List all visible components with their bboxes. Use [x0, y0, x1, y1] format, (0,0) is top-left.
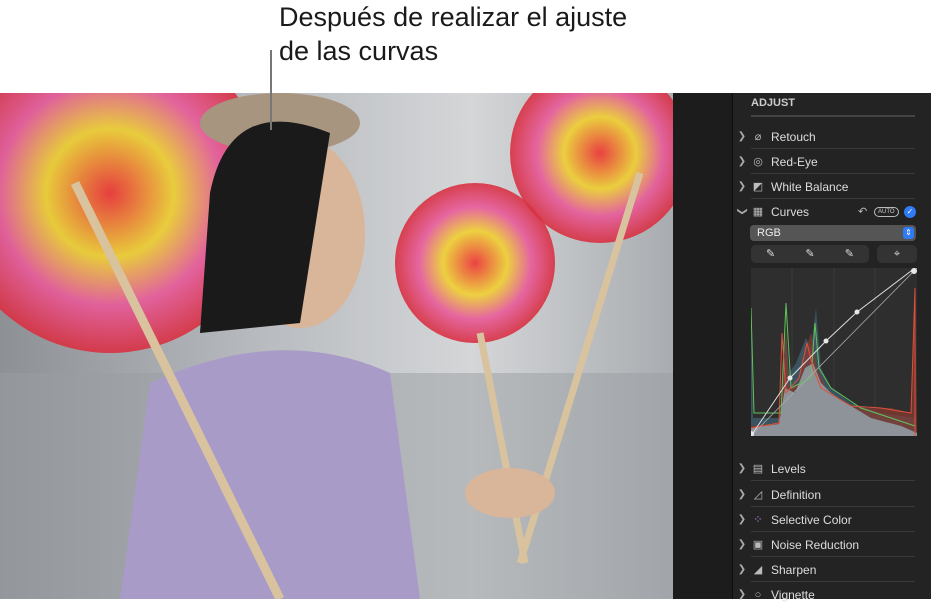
- item-label: Curves: [771, 204, 810, 219]
- adjust-item-definition[interactable]: ❯ ◿ Definition: [733, 482, 931, 507]
- chevron-down-icon: ❯: [736, 207, 748, 216]
- item-label: Vignette: [771, 587, 815, 602]
- item-label: Definition: [771, 487, 822, 502]
- adjust-item-noise-reduction[interactable]: ❯ ▣ Noise Reduction: [733, 532, 931, 557]
- adjust-item-curves[interactable]: ❯ ▦ Curves ↶ AUTO ✓: [733, 199, 931, 224]
- definition-icon: ◿: [753, 489, 763, 501]
- chevron-right-icon: ❯: [737, 564, 747, 575]
- callout-line: [270, 50, 272, 130]
- auto-button[interactable]: AUTO: [874, 206, 899, 217]
- item-label: Selective Color: [771, 512, 852, 527]
- chevron-right-icon: ❯: [737, 589, 747, 600]
- adjust-item-selective-color[interactable]: ❯ ⁘ Selective Color: [733, 507, 931, 532]
- item-label: Noise Reduction: [771, 537, 860, 552]
- divider: [751, 115, 915, 117]
- chevron-right-icon: ❯: [737, 539, 747, 550]
- caption-line-2: de las curvas: [279, 36, 439, 66]
- sharpen-icon: ◢: [753, 564, 763, 576]
- chevron-right-icon: ❯: [737, 181, 747, 192]
- white-point-eyedropper-icon[interactable]: ✎: [830, 245, 869, 263]
- chevron-right-icon: ❯: [737, 156, 747, 167]
- filmstrip-gap: [673, 93, 733, 599]
- item-label: Retouch: [771, 129, 816, 144]
- selective-color-icon: ⁘: [753, 514, 763, 526]
- bandage-icon: ⌀: [754, 131, 762, 143]
- chevron-updown-icon: ⇕: [903, 227, 914, 239]
- curve-point[interactable]: [823, 338, 829, 344]
- chevron-right-icon: ❯: [737, 489, 747, 500]
- channel-select[interactable]: RGB ⇕: [750, 225, 916, 241]
- curve-point[interactable]: [787, 375, 793, 381]
- curves-icon: ▦: [752, 206, 764, 218]
- adjust-item-white-balance[interactable]: ❯ ◩ White Balance: [733, 174, 931, 199]
- curve-point[interactable]: [911, 268, 917, 274]
- adjust-item-red-eye[interactable]: ❯ ◎ Red-Eye: [733, 149, 931, 174]
- item-label: Red-Eye: [771, 154, 818, 169]
- photo: [0, 93, 673, 599]
- levels-icon: ▤: [752, 463, 764, 475]
- black-point-eyedropper-icon[interactable]: ✎: [751, 245, 790, 263]
- undo-icon[interactable]: ↶: [858, 205, 867, 218]
- adjust-item-sharpen[interactable]: ❯ ◢ Sharpen: [733, 557, 931, 582]
- caption: Después de realizar el ajuste de las cur…: [279, 0, 627, 68]
- enabled-checkbox[interactable]: ✓: [904, 205, 916, 218]
- item-label: Levels: [771, 461, 806, 476]
- chevron-right-icon: ❯: [737, 131, 747, 142]
- eyedropper-group: ✎ ✎ ✎: [751, 245, 869, 263]
- gray-point-eyedropper-icon[interactable]: ✎: [790, 245, 829, 263]
- adjust-item-retouch[interactable]: ❯ ⌀ Retouch: [733, 124, 931, 149]
- noise-reduction-icon: ▣: [752, 539, 764, 551]
- item-label: White Balance: [771, 179, 849, 194]
- caption-line-1: Después de realizar el ajuste: [279, 2, 628, 32]
- add-point-icon[interactable]: ⌖: [877, 245, 917, 263]
- curve-point[interactable]: [854, 309, 860, 315]
- channel-value: RGB: [757, 227, 781, 239]
- chevron-right-icon: ❯: [737, 514, 747, 525]
- chevron-right-icon: ❯: [737, 463, 747, 474]
- curves-histogram[interactable]: [751, 268, 917, 436]
- adjust-panel: ADJUST ❯ ⌀ Retouch ❯ ◎ Red-Eye ❯ ◩ White Balan…: [733, 93, 931, 602]
- photo-illustration: [0, 93, 673, 599]
- panel-title: ADJUST: [751, 97, 796, 109]
- eye-icon: ◎: [753, 156, 763, 168]
- adjust-item-levels[interactable]: ❯ ▤ Levels: [733, 456, 931, 481]
- item-label: Sharpen: [771, 562, 817, 577]
- white-balance-icon: ◩: [752, 181, 764, 193]
- adjust-item-vignette[interactable]: ❯ ○ Vignette: [733, 582, 931, 607]
